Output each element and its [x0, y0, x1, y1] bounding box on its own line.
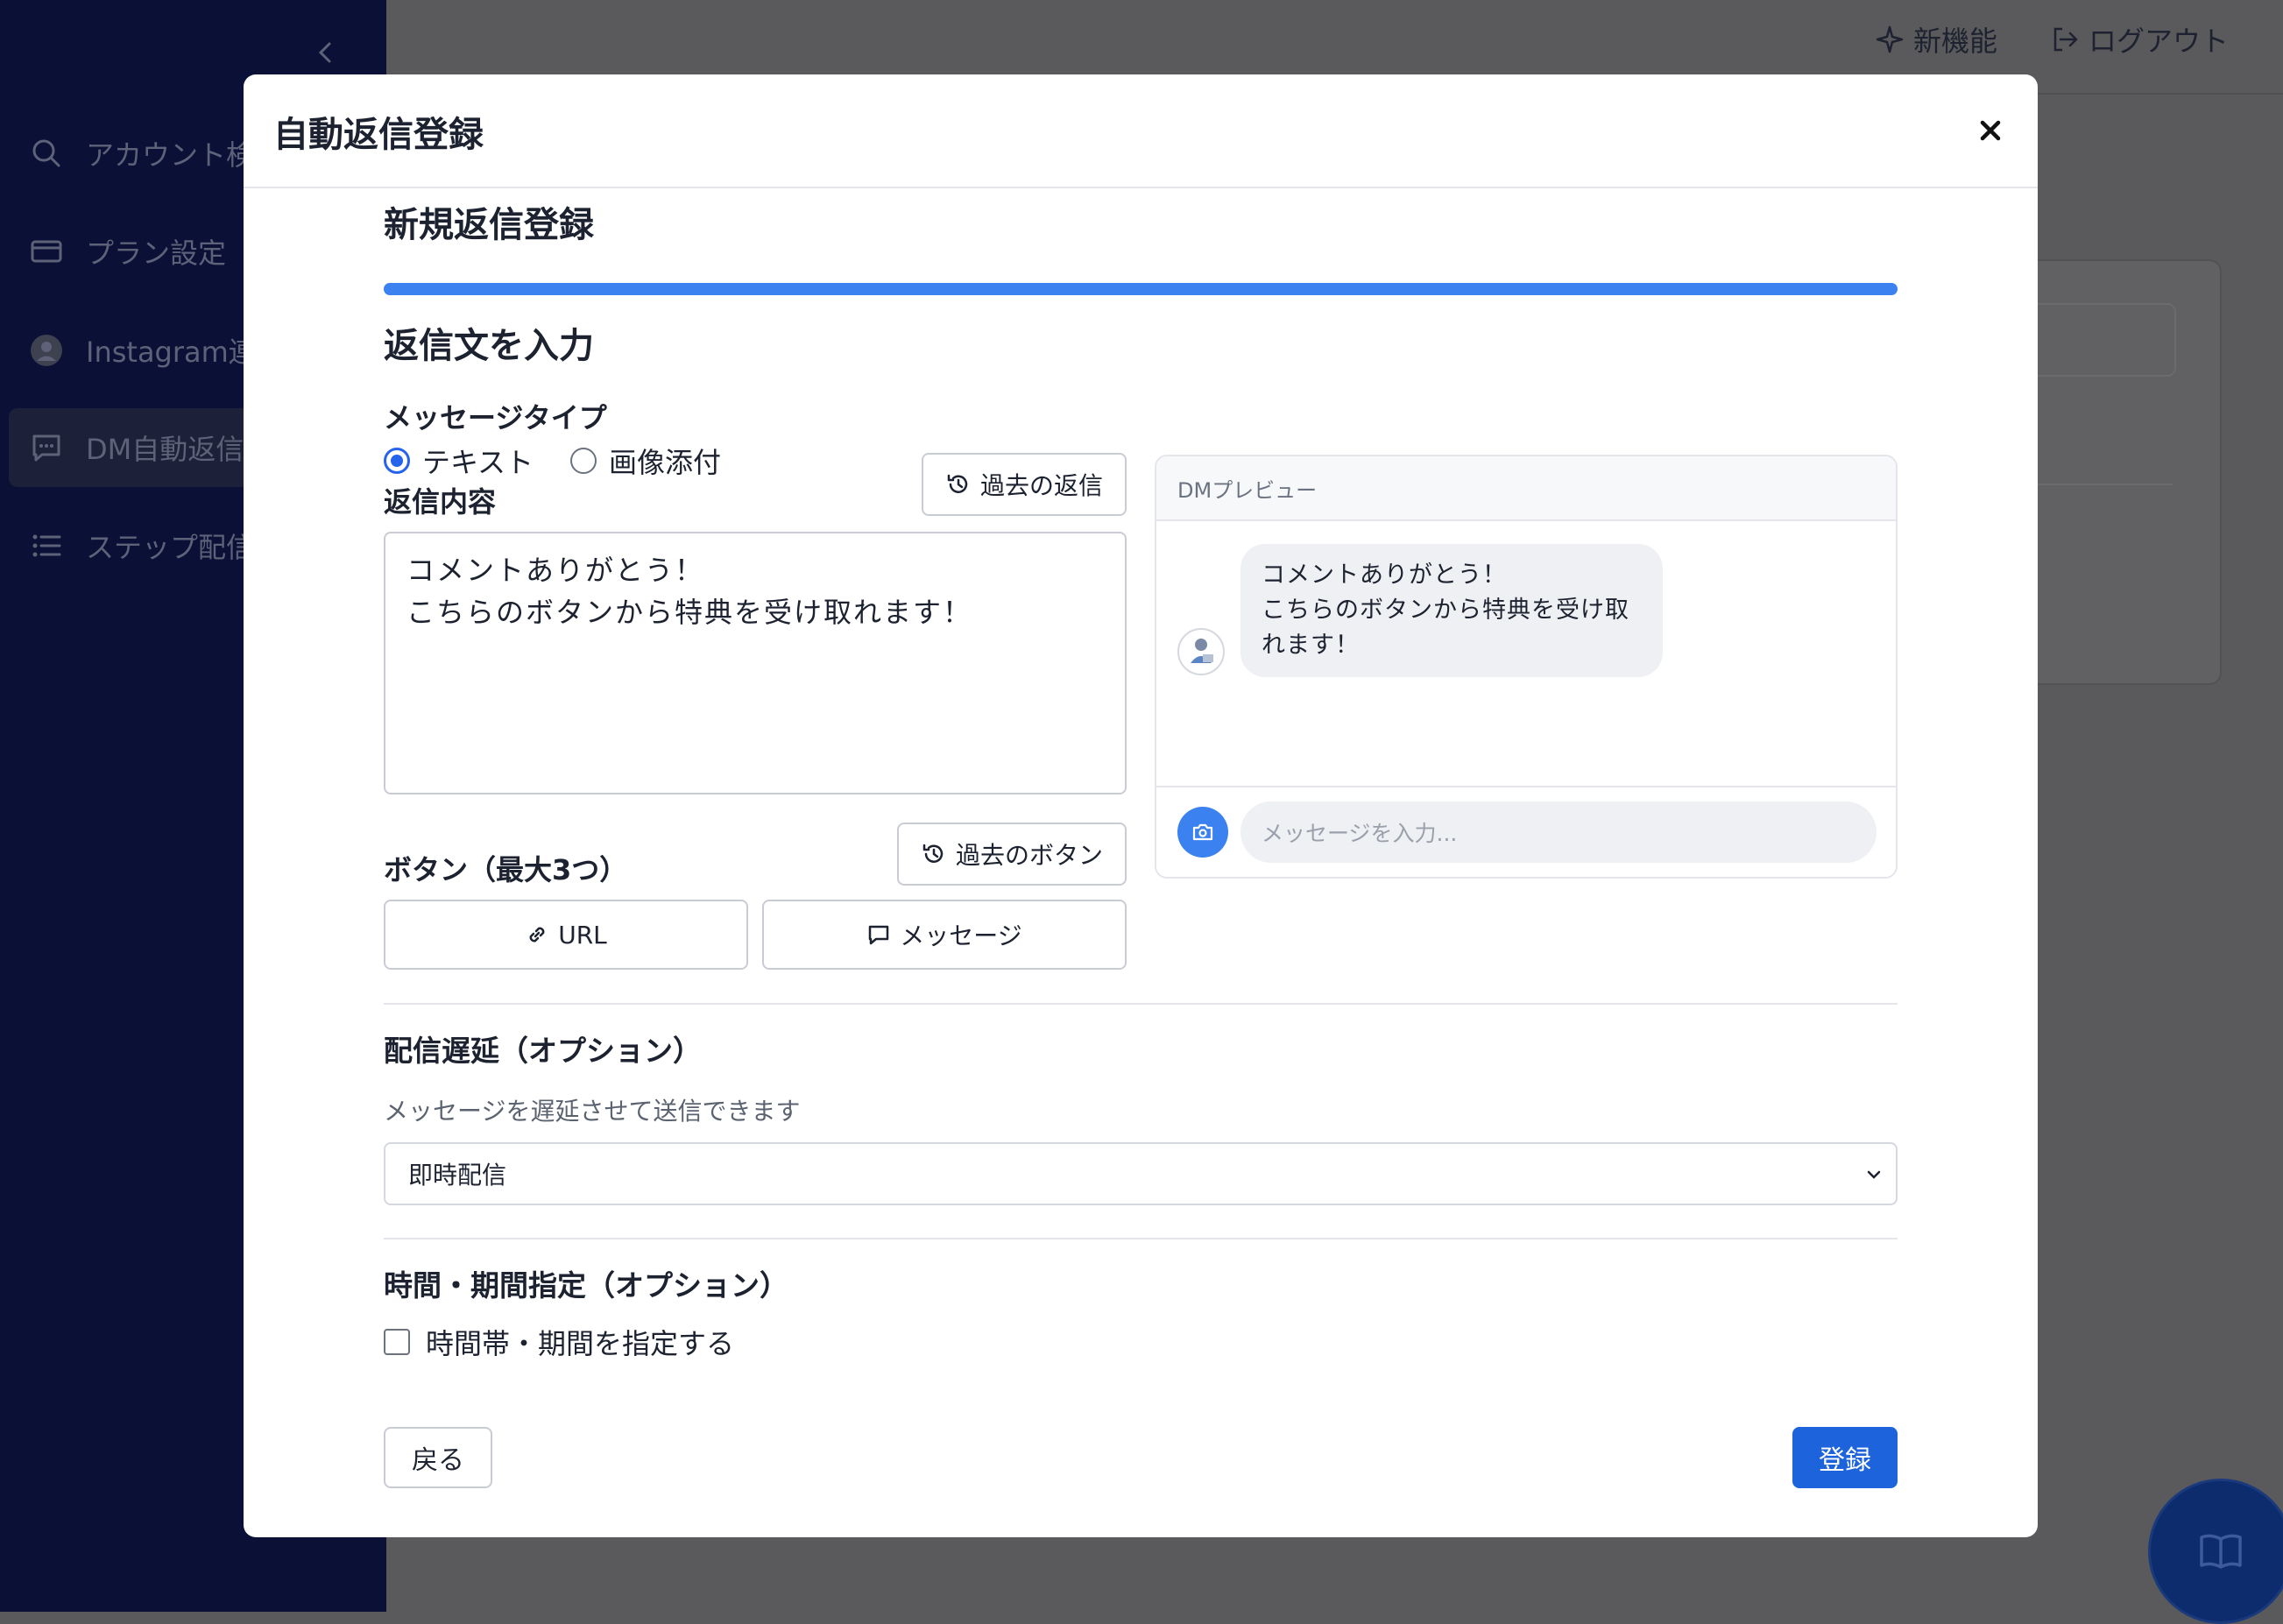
radio-image[interactable] [570, 448, 597, 474]
delay-select-value: 即時配信 [408, 1161, 507, 1190]
past-buttons-button[interactable]: 過去のボタン [897, 823, 1127, 886]
buttons-label: ボタン（最大3つ） [384, 853, 628, 886]
preview-message-input[interactable]: メッセージを入力... [1240, 801, 1877, 863]
schedule-checkbox-label: 時間帯・期間を指定する [426, 1327, 735, 1360]
sidebar-item-label: DM自動返信 [86, 433, 244, 466]
close-button[interactable] [1973, 113, 2008, 148]
search-icon [32, 139, 60, 167]
preview-message-bubble: コメントありがとう！ こちらのボタンから特典を受け取 れます！ [1240, 544, 1663, 677]
back-button[interactable]: 戻る [384, 1427, 492, 1488]
sidebar-item-label: プラン設定 [86, 237, 227, 270]
avatar-icon [31, 335, 62, 366]
past-reply-button[interactable]: 過去の返信 [922, 453, 1127, 516]
help-book-button[interactable] [2148, 1479, 2283, 1624]
auto-reply-modal: 自動返信登録 新規返信登録 返信文を入力 メッセージタイプ テキスト 画像添付 … [244, 74, 2038, 1537]
add-url-button[interactable]: URL [384, 900, 748, 970]
chevron-down-icon [1867, 1170, 1881, 1179]
delay-help-text: メッセージを遅延させて送信できます [384, 1097, 801, 1126]
radio-image-label: 画像添付 [609, 446, 722, 479]
message-type-label: メッセージタイプ [384, 401, 607, 434]
new-features-link[interactable]: 新機能 [1875, 19, 1997, 60]
message-icon [869, 925, 889, 945]
preview-composer: メッセージを入力... [1156, 786, 1896, 877]
schedule-checkbox[interactable] [384, 1329, 410, 1355]
submit-button[interactable]: 登録 [1792, 1427, 1898, 1488]
schedule-checkbox-row: 時間帯・期間を指定する [384, 1322, 734, 1362]
delay-section-title: 配信遅延（オプション） [384, 1034, 702, 1068]
history-icon [947, 474, 968, 493]
modal-title: 自動返信登録 [273, 115, 484, 155]
logout-link[interactable]: ログアウト [2050, 19, 2229, 60]
radio-text[interactable] [384, 448, 410, 474]
form-heading: 新規返信登録 [384, 205, 594, 245]
divider [384, 1238, 1898, 1239]
book-icon [2200, 1534, 2242, 1569]
reply-textarea[interactable]: コメントありがとう！ こちらのボタンから特典を受け取れます！ [384, 532, 1127, 794]
link-icon [529, 927, 545, 943]
new-features-label: 新機能 [1913, 25, 1998, 58]
add-message-button[interactable]: メッセージ [762, 900, 1127, 970]
modal-header: 自動返信登録 [244, 74, 2038, 188]
sparkle-icon [1876, 25, 1904, 53]
reply-content-label: 返信内容 [384, 485, 497, 519]
step-title: 返信文を入力 [384, 326, 594, 366]
message-type-radio-group: テキスト 画像添付 [384, 441, 721, 481]
history-icon [922, 844, 944, 863]
logout-label: ログアウト [2089, 25, 2230, 58]
message-button-label: メッセージ [900, 921, 1022, 950]
close-icon [1980, 120, 2001, 141]
past-buttons-label: 過去のボタン [955, 841, 1103, 870]
sidebar-item-label: ステップ配信 [86, 531, 255, 564]
dm-preview: DMプレビュー コメントありがとう！ こちらのボタンから特典を受け取 れます！ … [1155, 455, 1898, 879]
logout-icon [2053, 27, 2078, 52]
delay-select[interactable]: 即時配信 [384, 1142, 1898, 1205]
card-icon [31, 240, 62, 263]
divider [384, 1003, 1898, 1005]
camera-button[interactable] [1177, 807, 1228, 858]
radio-text-label: テキスト [422, 446, 534, 479]
schedule-section-title: 時間・期間指定（オプション） [384, 1268, 788, 1303]
camera-icon [1192, 823, 1213, 841]
preview-avatar [1177, 628, 1225, 675]
progress-bar [384, 283, 1898, 295]
list-icon [32, 534, 61, 557]
sidebar-collapse-icon[interactable] [308, 35, 343, 70]
url-button-label: URL [558, 920, 607, 950]
chat-icon [32, 434, 60, 462]
past-reply-label: 過去の返信 [979, 471, 1103, 500]
dm-preview-title: DMプレビュー [1156, 456, 1896, 521]
